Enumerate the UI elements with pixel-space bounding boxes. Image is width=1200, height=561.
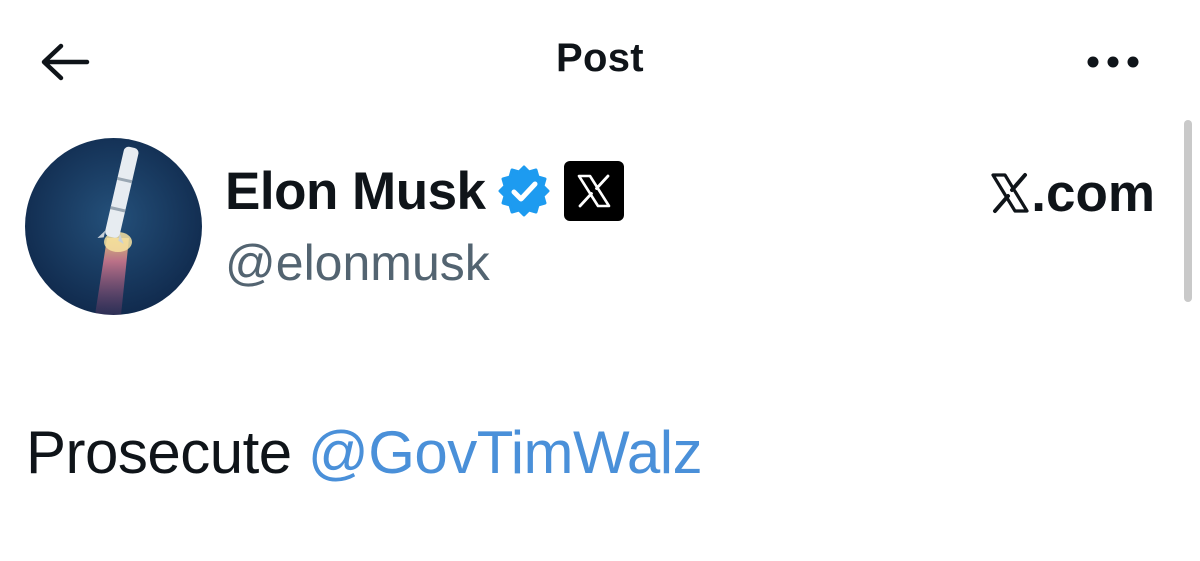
post-text: Prosecute @GovTimWalz	[26, 418, 703, 487]
x-logo-icon	[991, 173, 1029, 213]
affiliation-link[interactable]: .com	[990, 160, 1155, 226]
ellipsis-icon	[1087, 56, 1139, 68]
avatar[interactable]	[25, 138, 202, 315]
more-options-button[interactable]	[1078, 40, 1148, 84]
page-title: Post	[556, 36, 644, 80]
affiliation-label: .com	[1031, 163, 1155, 223]
author-name-row[interactable]: Elon Musk	[225, 158, 624, 224]
x-logo-icon	[577, 174, 610, 208]
rocket-launch-avatar	[25, 138, 202, 315]
author-display-name: Elon Musk	[225, 161, 486, 221]
verified-badge-icon	[498, 165, 550, 217]
affiliate-badge[interactable]	[563, 161, 624, 221]
mention-link[interactable]: @GovTimWalz	[308, 419, 703, 486]
post-body: Prosecute	[26, 419, 292, 486]
author-handle[interactable]: @elonmusk	[225, 234, 490, 292]
top-bar: Post	[0, 0, 1200, 120]
scrollbar[interactable]	[1184, 120, 1192, 302]
